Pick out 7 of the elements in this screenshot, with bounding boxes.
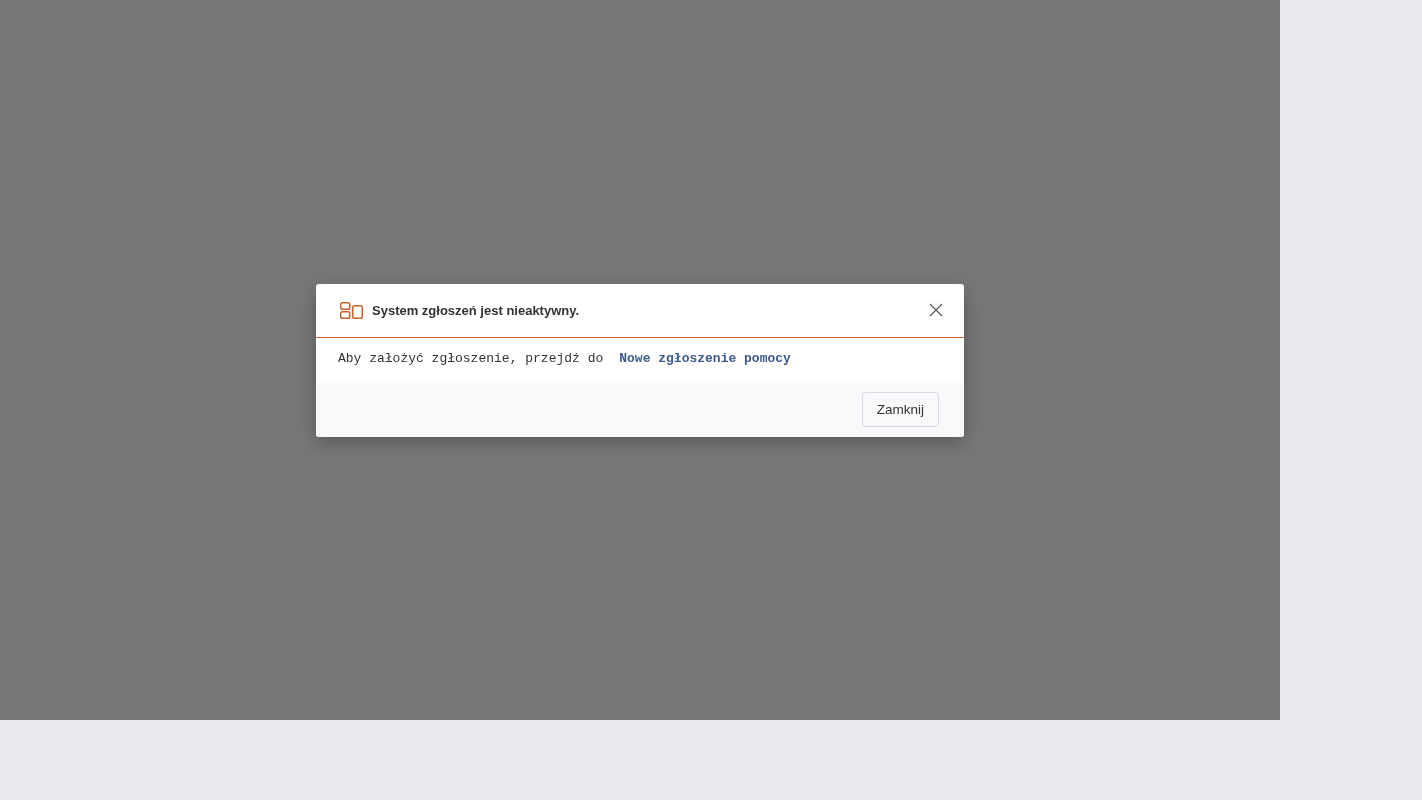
dialog-title: System zgłoszeń jest nieaktywny. <box>372 302 581 318</box>
new-request-link[interactable]: Nowe zgłoszenie pomocy <box>619 350 791 366</box>
layout-icon <box>340 301 363 319</box>
dialog-message: Aby założyć zgłoszenie, przejdź do <box>338 350 604 366</box>
close-icon <box>929 303 943 317</box>
close-button[interactable] <box>929 303 943 317</box>
close-dialog-button[interactable]: Zamknij <box>861 392 939 427</box>
